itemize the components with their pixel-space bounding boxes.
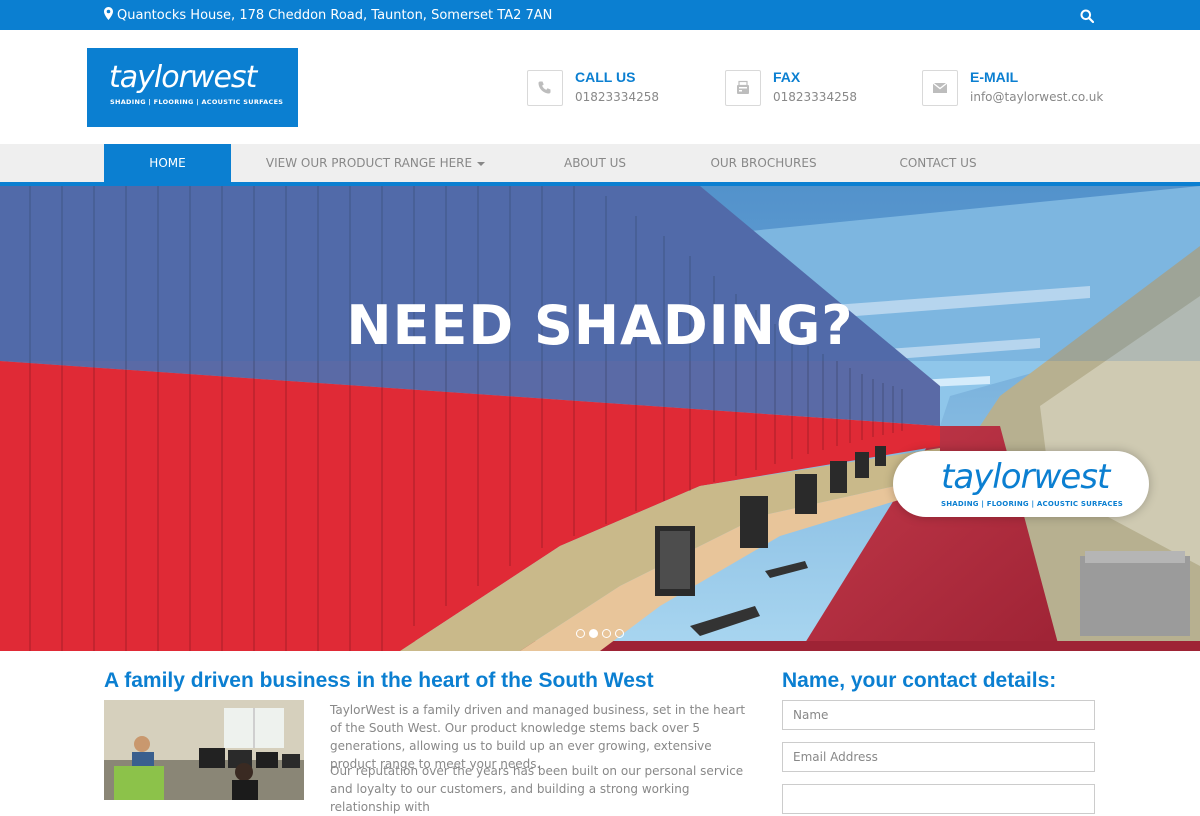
call-number[interactable]: 01823334258 bbox=[575, 90, 659, 104]
slider-dot-1[interactable] bbox=[576, 629, 585, 638]
office-photo bbox=[104, 700, 304, 800]
search-icon[interactable] bbox=[1080, 8, 1095, 24]
slider-dot-2[interactable] bbox=[589, 629, 598, 638]
fax-icon bbox=[725, 70, 761, 106]
logo-tagline: SHADING | FLOORING | ACOUSTIC SURFACES bbox=[110, 98, 284, 106]
email-title: E-MAIL bbox=[970, 69, 1019, 85]
about-heading: A family driven business in the heart of… bbox=[104, 669, 654, 692]
fax-title: FAX bbox=[773, 69, 801, 85]
nav-item-products[interactable]: VIEW OUR PRODUCT RANGE HERE bbox=[262, 144, 489, 182]
envelope-icon bbox=[922, 70, 958, 106]
nav-item-home[interactable]: HOME bbox=[104, 144, 231, 182]
badge-wordmark: taylorwest bbox=[941, 457, 1110, 497]
nav-item-brochures[interactable]: OUR BROCHURES bbox=[700, 144, 827, 182]
nav-item-contact[interactable]: CONTACT US bbox=[888, 144, 988, 182]
site-logo[interactable]: taylorwest SHADING | FLOORING | ACOUSTIC… bbox=[87, 48, 298, 127]
contact-call: CALL US 01823334258 bbox=[527, 69, 659, 106]
map-marker-icon bbox=[104, 7, 113, 24]
nav-products-label: VIEW OUR PRODUCT RANGE HERE bbox=[265, 156, 473, 170]
contact-email: E-MAIL info@taylorwest.co.uk bbox=[922, 69, 1103, 106]
address: Quantocks House, 178 Cheddon Road, Taunt… bbox=[104, 7, 552, 24]
slider-dot-3[interactable] bbox=[602, 629, 611, 638]
address-text: Quantocks House, 178 Cheddon Road, Taunt… bbox=[117, 8, 553, 23]
next-field[interactable] bbox=[782, 784, 1095, 814]
hero-classroom-image bbox=[0, 186, 1200, 651]
top-bar: Quantocks House, 178 Cheddon Road, Taunt… bbox=[0, 0, 1200, 30]
hero-headline: NEED SHADING? bbox=[346, 294, 854, 357]
nav-item-about[interactable]: ABOUT US bbox=[545, 144, 645, 182]
contact-fax: FAX 01823334258 bbox=[725, 69, 857, 106]
hero-slider[interactable]: NEED SHADING? taylorwest SHADING | FLOOR… bbox=[0, 186, 1200, 651]
about-paragraph-2: Our reputation over the years has been b… bbox=[330, 764, 744, 814]
slider-dot-4[interactable] bbox=[615, 629, 624, 638]
fax-number: 01823334258 bbox=[773, 90, 857, 104]
badge-tagline: SHADING | FLOORING | ACOUSTIC SURFACES bbox=[941, 500, 1123, 508]
email-address[interactable]: info@taylorwest.co.uk bbox=[970, 90, 1103, 104]
email-field[interactable]: Email Address bbox=[782, 742, 1095, 772]
name-field[interactable]: Name bbox=[782, 700, 1095, 730]
phone-icon bbox=[527, 70, 563, 106]
hero-logo-badge: taylorwest SHADING | FLOORING | ACOUSTIC… bbox=[893, 451, 1149, 517]
main-nav: HOME VIEW OUR PRODUCT RANGE HERE ABOUT U… bbox=[0, 144, 1200, 182]
call-title: CALL US bbox=[575, 69, 636, 85]
form-heading: Name, your contact details: bbox=[782, 669, 1057, 692]
logo-wordmark: taylorwest bbox=[109, 60, 257, 95]
slider-indicators bbox=[576, 629, 624, 638]
caret-down-icon bbox=[477, 161, 486, 166]
